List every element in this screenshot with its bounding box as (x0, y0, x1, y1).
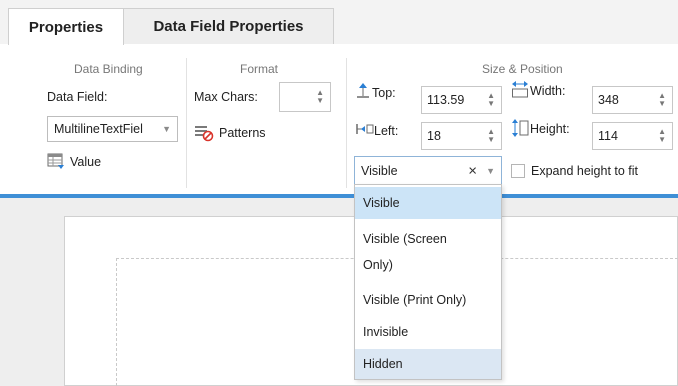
spinner-icon[interactable]: ▲ ▼ (487, 128, 495, 144)
size-position-title: Size & Position (482, 62, 563, 76)
tab-properties-label: Properties (28, 18, 104, 36)
left-position-icon (356, 122, 374, 136)
spinner-icon[interactable]: ▲ ▼ (487, 92, 495, 108)
option-invisible-label: Invisible (363, 325, 409, 339)
spinner-icon[interactable]: ▲ ▼ (658, 128, 666, 144)
visibility-value: Visible (361, 164, 398, 178)
expand-height-checkbox[interactable] (511, 164, 525, 178)
ribbon: Data Binding Data Field: MultilineTextFi… (0, 44, 678, 194)
max-chars-label: Max Chars: (194, 90, 258, 104)
top-label: Top: (372, 86, 396, 100)
group-separator (346, 58, 347, 188)
spinner-icon[interactable]: ▲ ▼ (658, 92, 666, 108)
option-visible[interactable]: Visible (355, 187, 501, 219)
data-field-combo[interactable]: MultilineTextFiel ▼ (47, 116, 178, 142)
option-visible-screen-only[interactable]: Visible (Screen Only) (355, 221, 501, 283)
width-value: 348 (598, 93, 619, 107)
clear-icon[interactable]: × (468, 163, 477, 180)
visibility-combo[interactable]: Visible × ▼ (354, 156, 502, 186)
spinner-icon[interactable]: ▲ ▼ (316, 89, 324, 105)
chevron-down-icon[interactable]: ▼ (486, 166, 495, 176)
value-table-icon[interactable] (47, 152, 65, 170)
option-visible-label: Visible (363, 196, 400, 210)
width-icon (511, 80, 529, 98)
option-invisible[interactable]: Invisible (355, 317, 501, 347)
option-hidden[interactable]: Hidden (355, 349, 501, 379)
max-chars-spinner[interactable]: ▲ ▼ (279, 82, 331, 112)
tab-strip: Properties Data Field Properties (0, 0, 678, 45)
value-label[interactable]: Value (70, 155, 101, 169)
data-binding-title: Data Binding (74, 62, 143, 76)
patterns-label[interactable]: Patterns (219, 126, 266, 140)
data-field-label: Data Field: (47, 90, 108, 104)
tab-properties[interactable]: Properties (8, 8, 124, 45)
height-spinner[interactable]: 114 ▲ ▼ (592, 122, 673, 150)
top-spinner[interactable]: 113.59 ▲ ▼ (421, 86, 502, 114)
data-field-value: MultilineTextFiel (54, 122, 143, 136)
height-value: 114 (598, 129, 618, 143)
option-hidden-label: Hidden (363, 357, 403, 371)
option-visible-print-only-label: Visible (Print Only) (363, 293, 467, 307)
format-title: Format (240, 62, 279, 76)
group-separator (186, 58, 187, 188)
option-visible-screen-only-label: Visible (Screen (363, 232, 447, 246)
left-spinner[interactable]: 18 ▲ ▼ (421, 122, 502, 150)
width-label: Width: (530, 84, 566, 98)
option-visible-print-only[interactable]: Visible (Print Only) (355, 285, 501, 315)
left-value: 18 (427, 129, 441, 143)
top-value: 113.59 (427, 93, 465, 107)
option-visible-screen-only-label-cont: Only) (363, 258, 393, 272)
patterns-icon[interactable] (194, 124, 214, 142)
top-position-icon (356, 82, 370, 100)
tab-data-field-properties-label: Data Field Properties (153, 18, 304, 35)
visibility-dropdown: Visible Visible (Screen Only) Visible (P… (354, 184, 502, 380)
expand-height-label[interactable]: Expand height to fit (531, 164, 638, 178)
height-label: Height: (530, 122, 570, 136)
width-spinner[interactable]: 348 ▲ ▼ (592, 86, 673, 114)
height-icon (511, 118, 529, 138)
left-label: Left: (374, 124, 399, 138)
tab-data-field-properties[interactable]: Data Field Properties (124, 8, 334, 44)
chevron-down-icon: ▼ (162, 124, 171, 134)
